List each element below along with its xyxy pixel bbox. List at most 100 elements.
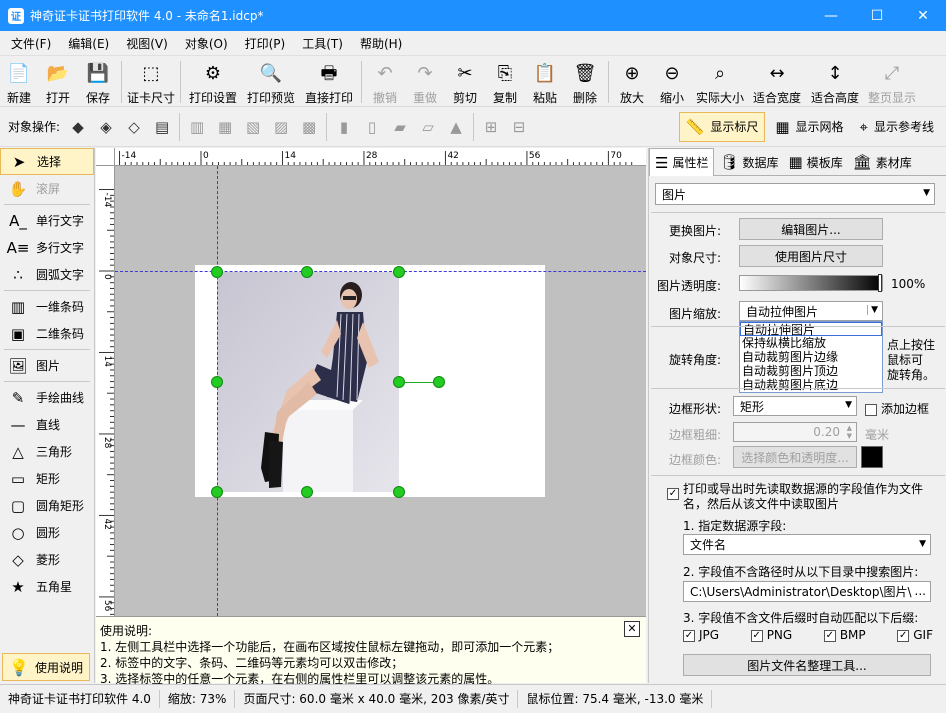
cut-button[interactable]: ✂ 剪切 xyxy=(445,57,485,107)
object-op-icon[interactable]: ▲ xyxy=(442,113,470,141)
border-width-spinner[interactable]: 0.20 ▲ ▼ xyxy=(733,422,857,442)
resize-handle-tr[interactable] xyxy=(393,266,405,278)
ext-checkbox-png[interactable]: ✓ PNG xyxy=(750,628,792,642)
tool-5[interactable]: ∴ 圆弧文字 xyxy=(0,261,94,288)
print-preview-button[interactable]: 🔍 打印预览 xyxy=(242,57,300,107)
tool-19[interactable]: ★ 五角星 xyxy=(0,573,94,600)
object-op-icon[interactable]: ⊞ xyxy=(477,113,505,141)
use-image-size-button[interactable]: 使用图片尺寸 xyxy=(739,245,883,267)
browse-folder-button[interactable]: ... xyxy=(915,584,926,598)
rotate-handle[interactable] xyxy=(433,376,445,388)
datasource-checkbox[interactable]: ✓ xyxy=(667,488,679,500)
image-element[interactable] xyxy=(217,272,399,492)
tool-17[interactable]: ○ 圆形 xyxy=(0,519,94,546)
paste-button[interactable]: 📋 粘贴 xyxy=(525,57,565,107)
help-button[interactable]: 💡 使用说明 xyxy=(2,653,90,681)
tool-4[interactable]: A≡ 多行文字 xyxy=(0,234,94,261)
scale-option[interactable]: 自动拉伸图片 xyxy=(740,322,882,337)
object-op-icon[interactable]: ▨ xyxy=(267,113,295,141)
border-color-button[interactable]: 选择颜色和透明度... xyxy=(733,446,857,468)
scale-option[interactable]: 自动裁剪图片底边 xyxy=(740,378,882,392)
help-panel-close-button[interactable]: ✕ xyxy=(624,621,640,637)
tool-8[interactable]: ▣ 二维条码 xyxy=(0,320,94,347)
actual-size-button[interactable]: ⌕ 实际大小 xyxy=(692,57,748,107)
object-op-icon[interactable]: ▦ xyxy=(211,113,239,141)
vertical-ruler[interactable]: -14 0 14 28 42 56 xyxy=(96,166,115,616)
menu-item[interactable]: 视图(V) xyxy=(115,35,174,52)
resize-handle-tl[interactable] xyxy=(211,266,223,278)
guide-line-horizontal[interactable] xyxy=(115,271,646,272)
horizontal-ruler[interactable]: -14 0 14 28 42 56 70 xyxy=(115,148,646,166)
resize-handle-bc[interactable] xyxy=(301,486,313,498)
tool-14[interactable]: △ 三角形 xyxy=(0,438,94,465)
print-settings-button[interactable]: ⚙ 打印设置 xyxy=(184,57,242,107)
object-op-icon[interactable]: ▤ xyxy=(148,113,176,141)
object-op-icon[interactable]: ◇ xyxy=(120,113,148,141)
add-border-checkbox[interactable]: 添加边框 xyxy=(865,400,929,417)
border-color-swatch[interactable] xyxy=(861,446,883,468)
redo-button[interactable]: ↷ 重做 xyxy=(405,57,445,107)
undo-button[interactable]: ↶ 撤销 xyxy=(365,57,405,107)
tab-properties[interactable]: ☰ 属性栏 xyxy=(649,148,715,176)
object-op-icon[interactable]: ◈ xyxy=(92,113,120,141)
edit-image-button[interactable]: 编辑图片... xyxy=(739,218,883,240)
design-canvas[interactable] xyxy=(115,166,646,616)
object-op-icon[interactable]: ▯ xyxy=(358,113,386,141)
new-button[interactable]: 📄 新建 xyxy=(0,57,38,107)
scale-option[interactable]: 保持纵横比缩放 xyxy=(740,336,882,350)
object-op-icon[interactable]: ◆ xyxy=(64,113,92,141)
filename-tool-button[interactable]: 图片文件名整理工具... xyxy=(683,654,931,676)
toggle-ruler[interactable]: 📏 显示标尺 xyxy=(678,111,766,142)
object-op-icon[interactable]: ▰ xyxy=(386,113,414,141)
object-op-icon[interactable]: ▧ xyxy=(239,113,267,141)
tool-15[interactable]: ▭ 矩形 xyxy=(0,465,94,492)
card-size-button[interactable]: ⬚ 证卡尺寸 xyxy=(125,57,177,107)
tool-7[interactable]: ▥ 一维条码 xyxy=(0,293,94,320)
ext-checkbox-jpg[interactable]: ✓ JPG xyxy=(683,628,719,642)
menu-item[interactable]: 文件(F) xyxy=(0,35,57,52)
resize-handle-ml[interactable] xyxy=(211,376,223,388)
resize-handle-tc[interactable] xyxy=(301,266,313,278)
resize-handle-mr[interactable] xyxy=(393,376,405,388)
maximize-button[interactable]: ☐ xyxy=(854,0,900,31)
close-button[interactable]: ✕ xyxy=(900,0,946,31)
opacity-slider-thumb[interactable] xyxy=(878,274,882,292)
object-op-icon[interactable]: ▮ xyxy=(330,113,358,141)
tool-10[interactable]: 🖼 图片 xyxy=(0,352,94,379)
datasource-field-select[interactable]: 文件名 ▼ xyxy=(683,534,931,555)
object-op-icon[interactable]: ▩ xyxy=(295,113,323,141)
menu-item[interactable]: 编辑(E) xyxy=(57,35,115,52)
save-button[interactable]: 💾 保存 xyxy=(78,57,118,107)
tool-12[interactable]: ✎ 手绘曲线 xyxy=(0,384,94,411)
resize-handle-bl[interactable] xyxy=(211,486,223,498)
fit-page-button[interactable]: ⤢ 整页显示 xyxy=(864,57,920,107)
opacity-slider[interactable] xyxy=(739,274,883,292)
zoom-in-button[interactable]: ⊕ 放大 xyxy=(612,57,652,107)
tool-18[interactable]: ◇ 菱形 xyxy=(0,546,94,573)
tab-assets[interactable]: 🏛 素材库 xyxy=(848,148,917,176)
minimize-button[interactable]: — xyxy=(808,0,854,31)
tool-13[interactable]: — 直线 xyxy=(0,411,94,438)
object-op-icon[interactable]: ▥ xyxy=(183,113,211,141)
delete-button[interactable]: 🗑 删除 xyxy=(565,57,605,107)
resize-handle-br[interactable] xyxy=(393,486,405,498)
scale-option[interactable]: 自动裁剪图片顶边 xyxy=(740,364,882,378)
zoom-out-button[interactable]: ⊖ 缩小 xyxy=(652,57,692,107)
fit-height-button[interactable]: ↕ 适合高度 xyxy=(806,57,864,107)
menu-item[interactable]: 帮助(H) xyxy=(349,35,408,52)
object-type-select[interactable]: 图片 ▼ xyxy=(655,183,935,205)
menu-item[interactable]: 打印(P) xyxy=(234,35,292,52)
object-op-icon[interactable]: ▱ xyxy=(414,113,442,141)
scale-dropdown-list[interactable]: 自动拉伸图片 保持纵横比缩放 自动裁剪图片边缘 自动裁剪图片顶边 自动裁剪图片底边 xyxy=(739,321,883,393)
menu-item[interactable]: 对象(O) xyxy=(174,35,234,52)
toggle-guides[interactable]: ⌖ 显示参考线 xyxy=(854,112,940,142)
image-folder-input[interactable]: C:\Users\Administrator\Desktop\图片\ ... xyxy=(683,581,931,602)
tab-database[interactable]: 🛢 数据库 xyxy=(714,148,783,176)
menu-item[interactable]: 工具(T) xyxy=(291,35,349,52)
ext-checkbox-gif[interactable]: ✓ GIF xyxy=(897,628,933,642)
scale-select[interactable]: 自动拉伸图片 ▼ xyxy=(739,301,883,321)
tool-0[interactable]: ➤ 选择 xyxy=(0,148,94,175)
tool-1[interactable]: ✋ 滚屏 xyxy=(0,175,94,202)
tool-3[interactable]: A_ 单行文字 xyxy=(0,207,94,234)
border-shape-select[interactable]: 矩形 ▼ xyxy=(733,396,857,416)
